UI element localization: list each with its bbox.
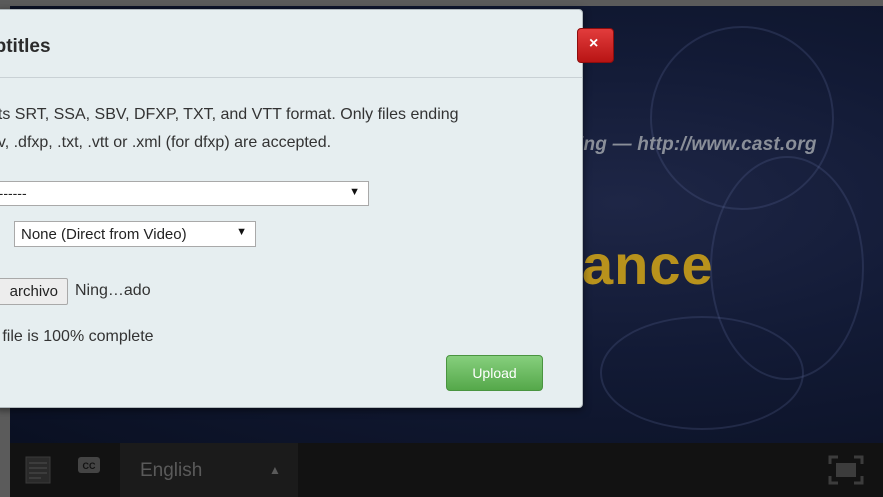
select-value: ------- [0, 185, 27, 201]
choose-file-button[interactable]: archivo [0, 278, 68, 305]
language-select[interactable]: English ▲ [120, 443, 298, 497]
subtitles-dialog: ubtitles ots SRT, SSA, SBV, DFXP, TXT, a… [0, 9, 583, 408]
close-icon: × [589, 35, 599, 52]
choose-file-label: archivo [9, 283, 58, 300]
file-status-text: Ning…ado [75, 282, 151, 299]
caret-down-icon: ▼ [349, 186, 360, 198]
select-value: None (Direct from Video) [21, 226, 187, 243]
upload-progress-text: tle file is 100% complete [0, 328, 154, 345]
transcript-icon [25, 456, 51, 484]
language-label: English [140, 460, 203, 481]
closed-captions-icon: CC [78, 457, 100, 473]
format-info-text: bv, .dfxp, .txt, .vtt or .xml (for dfxp)… [0, 134, 332, 151]
close-dialog-button[interactable]: × [577, 28, 614, 63]
chevron-up-icon: ▲ [269, 463, 281, 477]
svg-text:CC: CC [83, 461, 96, 471]
captions-button[interactable]: CC [78, 457, 100, 473]
format-info-text: ots SRT, SSA, SBV, DFXP, TXT, and VTT fo… [0, 106, 459, 123]
dialog-header: ubtitles [0, 10, 582, 78]
background-swirl [600, 316, 804, 430]
transcript-button[interactable] [25, 456, 51, 484]
caret-down-icon: ▼ [236, 226, 247, 238]
dialog-title: ubtitles [0, 36, 51, 57]
upload-button[interactable]: Upload [446, 355, 543, 391]
control-bar: CC English ▲ [10, 443, 883, 497]
fullscreen-icon [828, 455, 864, 485]
video-title-text: ance [582, 233, 714, 296]
subtitle-language-select[interactable]: ------- ▼ [0, 181, 369, 206]
video-url-text: ing — http://www.cast.org [578, 134, 817, 155]
fullscreen-button[interactable] [828, 455, 864, 485]
source-select[interactable]: None (Direct from Video) ▼ [14, 221, 256, 247]
